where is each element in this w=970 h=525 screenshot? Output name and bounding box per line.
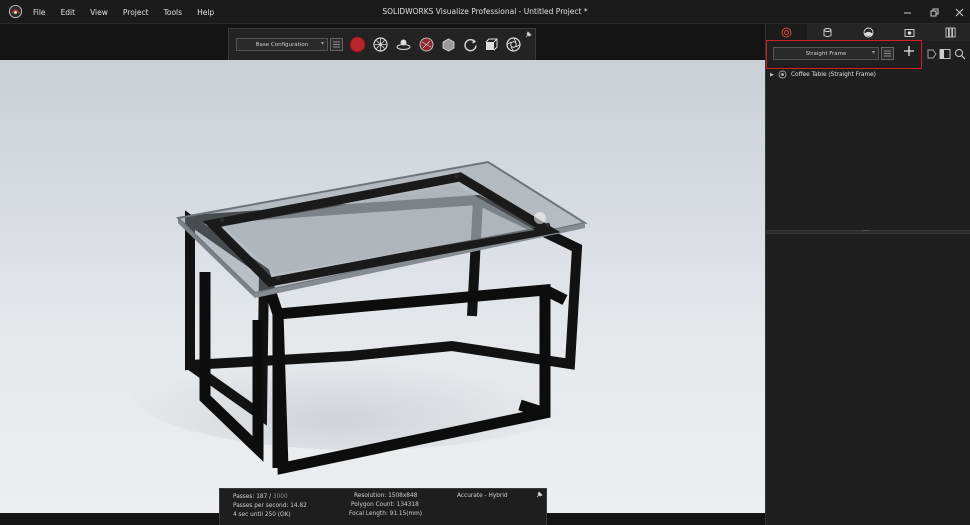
passes-total: 3000 — [272, 494, 288, 500]
menu-tools[interactable]: Tools — [164, 8, 182, 17]
configuration-select-value: Base Configuration — [255, 41, 309, 48]
menu-bar: File Edit View Project Tools Help — [33, 0, 229, 24]
palette-panel: Straight Frame ▾ ▶ Coffee Table (Straigh… — [765, 24, 970, 525]
restore-button[interactable] — [926, 4, 942, 20]
expand-arrow-icon[interactable]: ▶ — [770, 72, 778, 78]
configuration-list-button[interactable] — [330, 38, 343, 51]
libraries-tab-icon — [945, 27, 956, 38]
tab-cameras[interactable] — [889, 24, 930, 41]
scenes-tab-icon — [863, 27, 874, 38]
tab-scenes[interactable] — [848, 24, 889, 41]
plus-icon — [904, 46, 914, 56]
list-icon — [884, 50, 891, 57]
focal-length-readout: Focal Length: 91.15(mm) — [349, 511, 423, 517]
configuration-select[interactable]: Base Configuration ▾ — [236, 38, 328, 51]
coffee-table-render — [130, 160, 590, 475]
render-mode-readout: Accurate - Hybrid — [457, 493, 508, 499]
tab-models[interactable] — [766, 24, 807, 41]
camera-icon[interactable] — [483, 36, 500, 53]
chevron-down-icon: ▾ — [871, 49, 875, 56]
cameras-tab-icon — [904, 29, 915, 37]
appearance-icon[interactable] — [372, 36, 389, 53]
passes-readout: Passes: 187 / 3000 — [233, 494, 288, 500]
model-set-select[interactable]: Straight Frame ▾ — [773, 47, 879, 60]
menu-view[interactable]: View — [90, 8, 108, 17]
tab-libraries[interactable] — [930, 24, 970, 41]
time-remaining: 4 sec until 250 (OK) — [233, 512, 291, 518]
menu-edit[interactable]: Edit — [61, 8, 76, 17]
solidworks-logo-icon[interactable] — [8, 4, 23, 19]
viewport[interactable]: Base Configuration ▾ Passes: 187 / 3000 … — [0, 24, 765, 525]
close-icon — [955, 8, 963, 16]
tree-item-label: Coffee Table (Straight Frame) — [791, 71, 876, 78]
models-tab-icon — [781, 27, 792, 38]
title-bar: File Edit View Project Tools Help SOLIDW… — [0, 0, 970, 24]
viewport-toolbar: Base Configuration ▾ — [228, 28, 536, 60]
menu-project[interactable]: Project — [123, 8, 149, 17]
pin-icon[interactable] — [524, 31, 532, 39]
resolution-readout: Resolution: 1508x848 — [354, 493, 418, 499]
panel-splitter[interactable]: ··· — [766, 228, 970, 235]
add-model-set-button[interactable] — [900, 44, 918, 62]
model-set-select-value: Straight Frame — [805, 50, 847, 57]
rotate-icon[interactable] — [462, 36, 479, 53]
status-pin-icon[interactable] — [535, 491, 543, 499]
chevron-down-icon: ▾ — [320, 40, 324, 47]
minimize-icon — [903, 12, 911, 13]
panel-toggle-icon[interactable] — [938, 47, 952, 61]
render-canvas[interactable] — [0, 60, 765, 513]
passes-per-second: Passes per second: 14.82 — [233, 503, 307, 509]
models-toolbar: Straight Frame ▾ — [766, 41, 970, 68]
restore-icon — [930, 8, 938, 16]
model-set-list-button[interactable] — [881, 47, 894, 60]
render-status-panel: Passes: 187 / 3000 Passes per second: 14… — [219, 488, 547, 525]
splitter-grip-icon: ··· — [863, 228, 869, 235]
close-button[interactable] — [951, 4, 967, 20]
tree-item[interactable]: ▶ Coffee Table (Straight Frame) — [766, 69, 970, 80]
menu-help[interactable]: Help — [197, 8, 214, 17]
material-icon[interactable] — [418, 36, 435, 53]
render-mode-icon[interactable] — [349, 36, 366, 53]
minimize-button[interactable] — [899, 4, 915, 20]
model-tree: ▶ Coffee Table (Straight Frame) — [766, 69, 970, 80]
aperture-icon[interactable] — [505, 36, 522, 53]
list-icon — [333, 41, 340, 48]
group-icon — [778, 70, 787, 79]
polygon-count-readout: Polygon Count: 134318 — [351, 502, 419, 508]
appearances-tab-icon — [823, 28, 832, 37]
menu-file[interactable]: File — [33, 8, 46, 17]
tab-appearances[interactable] — [807, 24, 848, 41]
palette-tabs — [766, 24, 970, 41]
passes-label: Passes: 187 / — [233, 494, 273, 500]
lighting-icon[interactable] — [395, 36, 412, 53]
search-icon[interactable] — [953, 47, 967, 61]
object-icon[interactable] — [440, 36, 457, 53]
tag-icon[interactable] — [925, 47, 939, 61]
